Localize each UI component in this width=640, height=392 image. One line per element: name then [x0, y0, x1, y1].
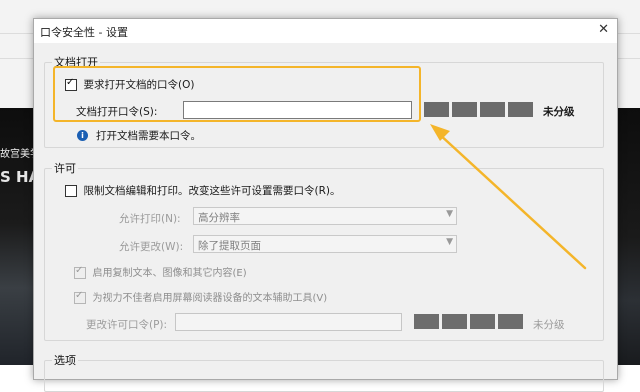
dialog-title: 口令安全性 - 设置 — [40, 26, 128, 39]
enable-screen-reader-label[interactable]: 为视力不佳者启用屏幕阅读器设备的文本辅助工具(V) — [93, 293, 328, 304]
enable-screen-reader-checkbox[interactable] — [74, 290, 86, 304]
change-password-strength-meter — [414, 314, 523, 329]
allow-print-value: 高分辨率 — [198, 212, 240, 224]
allow-change-label: 允许更改(W): — [119, 241, 184, 253]
chevron-down-icon: ▼ — [446, 209, 453, 219]
change-password-label: 更改许可口令(P): — [86, 319, 168, 331]
change-password-strength-text: 未分级 — [533, 319, 565, 331]
allow-print-label: 允许打印(N): — [119, 213, 181, 225]
restrict-editing-checkbox[interactable] — [65, 185, 77, 197]
restrict-editing-row[interactable]: 限制文档编辑和打印。改变这些许可设置需要口令(R)。 — [65, 183, 341, 198]
open-password-info-text: 打开文档需要本口令。 — [96, 130, 201, 142]
options-legend: 选项 — [52, 352, 78, 368]
close-icon[interactable]: ✕ — [598, 22, 609, 37]
info-icon: i — [77, 130, 88, 141]
enable-copy-checkbox[interactable] — [74, 265, 86, 279]
highlight-box — [53, 66, 421, 122]
open-password-strength-text: 未分级 — [543, 106, 575, 118]
enable-copy-row[interactable]: 启用复制文本、图像和其它内容(E) — [74, 264, 247, 279]
permissions-legend: 许可 — [52, 160, 78, 176]
change-password-input[interactable] — [175, 313, 402, 331]
restrict-editing-label[interactable]: 限制文档编辑和打印。改变这些许可设置需要口令(R)。 — [84, 185, 341, 197]
allow-print-select[interactable]: 高分辨率 ▼ — [193, 207, 457, 225]
enable-copy-label[interactable]: 启用复制文本、图像和其它内容(E) — [93, 268, 247, 279]
allow-change-select[interactable]: 除了提取页面 ▼ — [193, 235, 457, 253]
enable-screen-reader-row[interactable]: 为视力不佳者启用屏幕阅读器设备的文本辅助工具(V) — [74, 289, 327, 304]
open-password-strength-meter — [424, 102, 533, 117]
allow-change-value: 除了提取页面 — [198, 240, 261, 252]
chevron-down-icon: ▼ — [446, 237, 453, 247]
dialog-titlebar[interactable]: 口令安全性 - 设置 ✕ — [34, 19, 617, 43]
